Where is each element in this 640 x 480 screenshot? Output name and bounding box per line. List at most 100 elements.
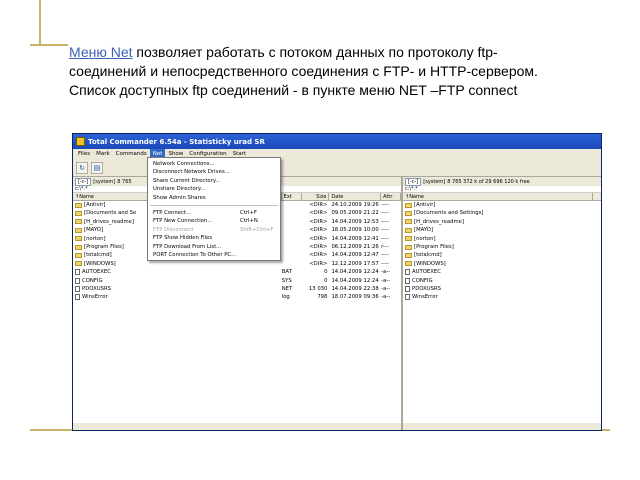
table-row[interactable]: PDOXUSRS NET 13 030 14.04.2009 22:38 -a-- [73, 285, 401, 293]
folder-icon [75, 219, 82, 225]
folder-icon [75, 261, 82, 267]
menu-item-label: Disconnect Network Drives... [153, 169, 230, 176]
net-menu-item[interactable]: FTP Show Hidden Files [148, 234, 280, 242]
decorative-vertical-line [39, 0, 41, 46]
file-attr: ---- [381, 260, 389, 267]
menu-item-shortcut [240, 234, 280, 242]
file-attr: ---- [381, 202, 389, 208]
folder-icon [405, 244, 412, 250]
menu-commands[interactable]: Commands [113, 149, 150, 159]
file-name: CONFIG [412, 277, 433, 284]
file-name: [Antivir] [414, 202, 436, 208]
folder-icon [75, 253, 82, 259]
refresh-icon[interactable]: ↻ [76, 161, 88, 174]
file-name: [WINDOWS] [414, 260, 446, 267]
net-menu-item[interactable]: PORT Connection To Other PC... [148, 251, 280, 259]
file-ext [282, 218, 302, 226]
file-attr: r--- [381, 243, 389, 250]
file-attr: ---- [381, 227, 389, 234]
column-attr-header[interactable]: Attr [381, 193, 401, 200]
table-row[interactable]: AUTOEXEC [403, 268, 601, 276]
file-size: <DIR> [309, 202, 328, 208]
table-row[interactable]: WinsError [403, 293, 601, 301]
menu-item-shortcut: Ctrl+F [240, 209, 257, 216]
menu-files[interactable]: Files [75, 149, 93, 159]
file-name-cell: [norton] [403, 235, 593, 243]
file-icon [75, 269, 80, 276]
file-name-cell: PDOXUSRS [403, 285, 593, 293]
folder-icon [405, 253, 412, 259]
file-icon [405, 286, 410, 293]
net-menu-item[interactable]: FTP New Connection... Ctrl+N [148, 217, 280, 225]
table-row[interactable]: [H_drives_readme] [403, 218, 601, 226]
file-date: 24.10.2009 19:26 [331, 202, 379, 208]
table-row[interactable]: AUTOEXEC BAT 0 14.04.2009 12:24 -a-- [73, 268, 401, 276]
net-menu-item[interactable]: Unshare Directory... [148, 185, 280, 193]
column-ext-header[interactable]: Ext [282, 193, 302, 200]
menu-item-label: FTP Show Hidden Files [153, 235, 213, 242]
net-menu-item[interactable]: Share Current Directory... [148, 177, 280, 185]
left-drive-select[interactable]: [-c-] [75, 177, 92, 186]
net-dropdown-menu: Network Connections... Disconnect Network… [147, 157, 281, 261]
table-row[interactable]: WinsError log 798 18.07.2009 09:36 -a-- [73, 293, 401, 301]
file-date: 14.04.2009 12:24 [331, 269, 379, 276]
menu-item-label: FTP Connect... [153, 209, 192, 216]
menu-item-label: Unshare Directory... [153, 186, 206, 193]
net-menu-item[interactable]: FTP Download From List... [148, 243, 280, 251]
right-path: c:\*.* [403, 186, 601, 193]
file-name-cell: [Documents and Settings] [403, 209, 593, 217]
right-column-headers: ↑Name [403, 193, 601, 201]
table-row[interactable]: [norton] [403, 235, 601, 243]
table-row[interactable]: [Program Files] [403, 243, 601, 251]
folder-icon [75, 202, 82, 208]
menu-separator [150, 204, 278, 206]
menu-item-label: FTP Disconnect [153, 226, 194, 233]
file-name-cell: AUTOEXEC [403, 268, 593, 276]
table-row[interactable]: [Antivir] [403, 201, 601, 209]
file-ext [282, 235, 302, 243]
folder-icon [405, 211, 412, 217]
folder-icon [405, 202, 412, 208]
menu-mark[interactable]: Mark [93, 149, 113, 159]
file-date: 18.07.2009 09:36 [331, 294, 379, 301]
folder-icon [75, 244, 82, 250]
folder-icon [405, 236, 412, 242]
net-menu-item[interactable]: FTP Connect... Ctrl+F [148, 209, 280, 217]
decorative-top-line [30, 44, 68, 46]
right-panel[interactable]: [-c-] [system] 8 765 372 k of 29 696 120… [403, 177, 601, 430]
table-row[interactable]: CONFIG SYS 0 14.04.2009 12:24 -a-- [73, 277, 401, 285]
title-bar[interactable]: Total Commander 6.54a - Statisticky urad… [73, 134, 601, 149]
column-date-header[interactable]: Date [329, 193, 382, 200]
file-size: <DIR> [309, 218, 328, 225]
menu-item-shortcut [240, 185, 280, 193]
net-menu-item[interactable]: Network Connections... [148, 160, 280, 168]
table-row[interactable]: [Documents and Settings] [403, 209, 601, 217]
file-size: <DIR> [309, 227, 328, 234]
table-row[interactable]: [totalcmd] [403, 251, 601, 259]
folder-icon [75, 211, 82, 217]
file-attr: -a-- [381, 294, 391, 301]
file-size: <DIR> [309, 235, 328, 242]
file-ext: log [281, 294, 290, 301]
right-drive-select[interactable]: [-c-] [405, 177, 422, 186]
file-name: [MAYO] [84, 227, 104, 234]
file-ext: BAT [281, 269, 292, 276]
view-icon[interactable]: ▤ [91, 161, 103, 174]
file-name: [Program Files] [414, 243, 454, 250]
file-size: 0 [324, 277, 328, 284]
column-name-header[interactable]: ↑Name [403, 193, 593, 200]
net-menu-link[interactable]: Меню Net [69, 44, 133, 60]
file-name: [Program Files] [84, 243, 124, 250]
net-menu-item[interactable]: Disconnect Network Drives... [148, 168, 280, 176]
caption-text: позволяет работать с потоком данных по п… [69, 44, 538, 98]
table-row[interactable]: PDOXUSRS [403, 285, 601, 293]
column-size-header[interactable]: Size [302, 193, 330, 200]
table-row[interactable]: [WINDOWS] [403, 260, 601, 268]
file-size: <DIR> [309, 260, 328, 267]
file-icon [405, 277, 410, 284]
file-icon [75, 294, 80, 301]
table-row[interactable]: [MAYO] [403, 226, 601, 234]
net-menu-item[interactable]: Show Admin Shares [148, 194, 280, 202]
file-name: [MAYO] [414, 227, 434, 234]
table-row[interactable]: CONFIG [403, 277, 601, 285]
